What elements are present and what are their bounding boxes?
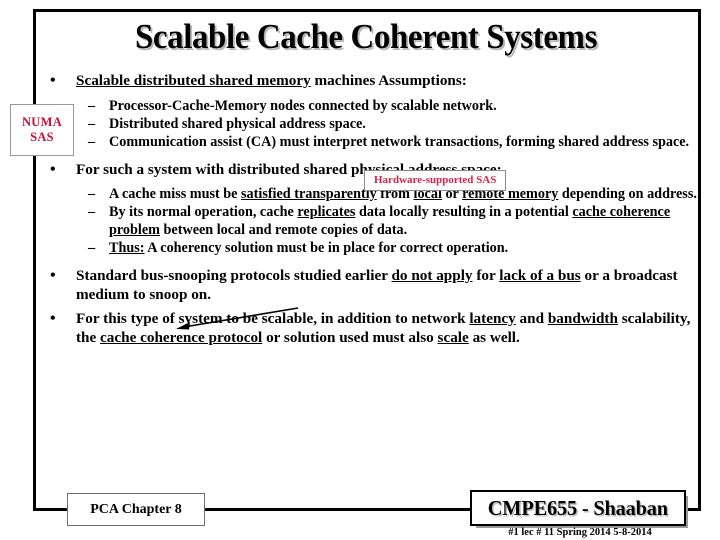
- bullet-text: Scalable distributed shared memory machi…: [76, 72, 467, 89]
- dash-glyph-icon: –: [88, 97, 96, 114]
- slide-title: Scalable Cache Coherent Systems: [134, 17, 598, 56]
- plain-text: Communication assist (CA) must interpret…: [109, 133, 690, 150]
- numa-callout-line1: NUMA: [21, 115, 63, 129]
- bullet-text: Processor-Cache-Memory nodes connected b…: [109, 98, 497, 114]
- frame-border-bottom-right: [686, 508, 701, 511]
- annotation-arrow-icon: [176, 307, 299, 330]
- plain-text: between local and remote copies of data.: [159, 222, 408, 238]
- slide-body: • Scalable distributed shared memory mach…: [36, 72, 700, 347]
- bullet-glyph-icon: •: [50, 160, 56, 178]
- bullet-item-level1: • Standard bus-snooping protocols studied…: [36, 267, 700, 304]
- plain-text: data locally resulting in a potential: [355, 204, 573, 220]
- course-badge: CMPE655 - Shaaban: [470, 490, 686, 526]
- bullet-item-level2: – By its normal operation, cache replicat…: [36, 203, 700, 239]
- plain-text: machines Assumptions:: [310, 72, 467, 89]
- hardware-supported-sas-callout: Hardware-supported SAS: [364, 170, 507, 191]
- emphasized-text: satisfied transparently: [241, 186, 377, 202]
- bullet-item-level2: – Thus: A coherency solution must be in p…: [36, 239, 700, 257]
- dash-glyph-icon: –: [88, 204, 96, 220]
- frame-border-bottom-middle: [203, 508, 473, 511]
- plain-text: Processor-Cache-Memory nodes connected b…: [109, 97, 497, 114]
- plain-text: By its normal operation, cache: [109, 204, 298, 220]
- numa-sas-callout: NUMA SAS: [10, 104, 74, 156]
- emphasized-text: replicates: [297, 204, 356, 220]
- bullet-item-level2: – Communication assist (CA) must interpre…: [36, 133, 700, 151]
- plain-text: Distributed shared physical address spac…: [109, 115, 366, 132]
- bullet-glyph-icon: •: [50, 267, 56, 284]
- dash-glyph-icon: –: [88, 186, 96, 202]
- emphasized-text: bandwidth: [547, 310, 618, 327]
- emphasized-text: do not apply: [391, 267, 473, 284]
- lecture-stamp: #1 lec # 11 Spring 2014 5-8-2014: [508, 527, 652, 538]
- bullet-text: Thus: A coherency solution must be in pl…: [109, 240, 508, 256]
- dash-glyph-icon: –: [88, 133, 96, 150]
- bullet-item-level1: • Scalable distributed shared memory mach…: [36, 72, 700, 91]
- bullet-item-level2: – Distributed shared physical address spa…: [36, 115, 700, 133]
- bullet-glyph-icon: •: [50, 310, 56, 327]
- bullet-item-level1: • For this type of system to be scalable,…: [36, 310, 700, 347]
- pca-chapter-label: PCA Chapter 8: [67, 493, 205, 526]
- bullet-item-level2: – Processor-Cache-Memory nodes connected …: [36, 97, 700, 115]
- emphasized-text: latency: [469, 310, 516, 327]
- bullet-text: For this type of system to be scalable, …: [76, 310, 690, 346]
- frame-border-top: [33, 9, 701, 12]
- bullet-text: Standard bus-snooping protocols studied …: [76, 267, 678, 303]
- bullet-glyph-icon: •: [50, 72, 56, 89]
- plain-text: A cache miss must be: [109, 186, 242, 202]
- plain-text: depending on address.: [558, 186, 697, 202]
- emphasized-text: scale: [437, 328, 469, 346]
- dash-glyph-icon: –: [88, 240, 96, 256]
- emphasized-text: Scalable distributed shared memory: [76, 72, 311, 89]
- dash-glyph-icon: –: [88, 115, 96, 132]
- plain-text: Standard bus-snooping protocols studied …: [76, 267, 392, 284]
- emphasized-text: Thus:: [109, 240, 145, 256]
- numa-callout-line2: SAS: [30, 130, 54, 144]
- plain-text: for: [472, 267, 500, 284]
- plain-text: A coherency solution must be in place fo…: [144, 240, 509, 256]
- plain-text: as well.: [468, 328, 520, 346]
- plain-text: and: [515, 310, 548, 327]
- course-badge-label: CMPE655 - Shaaban: [487, 495, 669, 520]
- emphasized-text: lack of a bus: [499, 267, 581, 284]
- bullet-text: Distributed shared physical address spac…: [109, 116, 366, 132]
- bullet-text: By its normal operation, cache replicate…: [109, 204, 670, 238]
- bullet-text: Communication assist (CA) must interpret…: [109, 134, 689, 150]
- slide-canvas: Scalable Cache Coherent Systems • Scalabl…: [0, 0, 720, 540]
